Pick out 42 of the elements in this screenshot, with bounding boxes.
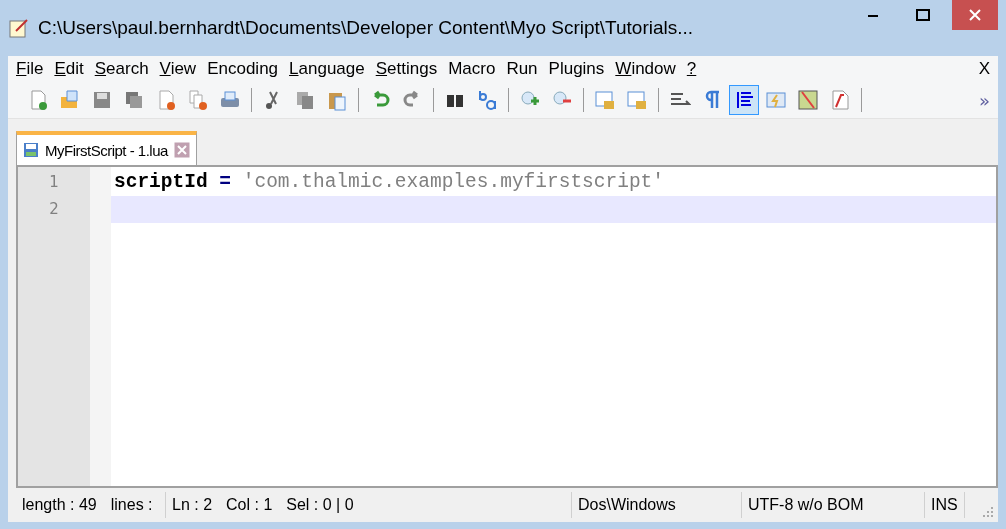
window-title: C:\Users\paul.bernhardt\Documents\Developer Content\Myo Script\Tutorials... xyxy=(38,17,695,39)
menu-item[interactable]: Edit xyxy=(54,59,94,79)
open-folder-icon xyxy=(59,89,81,111)
menu-item[interactable]: Language xyxy=(289,59,375,79)
menu-item[interactable]: File xyxy=(16,59,54,79)
menu-item[interactable]: Macro xyxy=(448,59,506,79)
close-tab-icon[interactable] xyxy=(173,142,190,158)
close-document-button[interactable]: X xyxy=(978,59,990,79)
toolbar-button[interactable] xyxy=(729,85,759,115)
resize-grip-icon xyxy=(982,506,994,518)
status-text: length : 49 xyxy=(22,496,97,514)
menu-item[interactable]: Window xyxy=(615,59,686,79)
close-all-icon xyxy=(187,89,209,111)
close-button[interactable] xyxy=(952,0,998,30)
save-icon xyxy=(91,89,113,111)
status-text: Col : 1 xyxy=(226,496,273,514)
line-number: 2 xyxy=(48,199,60,220)
status-text: UTF-8 w/o BOM xyxy=(748,496,864,514)
maximize-icon xyxy=(916,9,930,21)
line-number: 1 xyxy=(48,172,60,193)
status-text: lines : xyxy=(110,496,153,514)
status-text: Dos\Windows xyxy=(578,496,676,514)
code-line: scriptId = 'com.thalmic.examples.myfirstscript' xyxy=(113,170,665,195)
status-text: Ln : 2 xyxy=(172,496,213,514)
close-icon xyxy=(969,9,981,21)
replace-icon xyxy=(476,89,498,111)
status-text: Sel : 0 | 0 xyxy=(286,496,354,514)
copy-icon xyxy=(294,89,316,111)
menu-item[interactable]: Search xyxy=(94,59,159,79)
menu-item[interactable]: Plugins xyxy=(548,59,615,79)
menu-item[interactable]: ? xyxy=(686,59,707,79)
lightning-icon xyxy=(765,89,787,111)
menu-item[interactable]: Encoding xyxy=(207,59,289,79)
toolbar-overflow-button[interactable]: » xyxy=(979,89,990,111)
menu-item[interactable]: Run xyxy=(506,59,548,79)
save-all-icon xyxy=(123,89,145,111)
menu-item[interactable]: View xyxy=(159,59,207,79)
status-text: INS xyxy=(931,496,958,514)
save-icon xyxy=(23,142,39,158)
menu-item[interactable]: Settings xyxy=(375,59,448,79)
notepad-icon xyxy=(8,17,30,39)
file-tab[interactable]: MyFirstScript - 1.lua xyxy=(16,131,197,165)
